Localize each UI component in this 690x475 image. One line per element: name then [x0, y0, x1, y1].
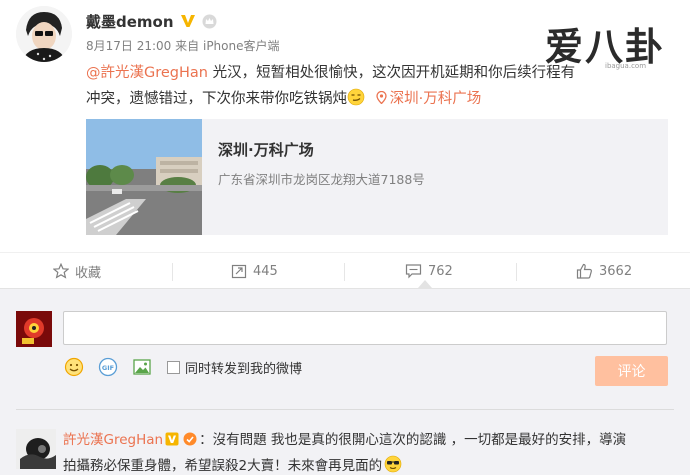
- image-icon: [133, 359, 151, 375]
- post-body: @許光漢GregHan 光汉，短暂相处很愉快，这次因开机延期和你后续行程有冲突，…: [86, 60, 586, 112]
- sunglasses-emoji-icon: [384, 455, 402, 473]
- smiley-icon: [64, 357, 84, 377]
- comment-tools: GIF 同时转发到我的微博: [63, 355, 302, 379]
- author-row: 戴墨demon: [86, 10, 217, 32]
- watermark-logo: 爱八卦 ibagua.com: [545, 16, 675, 72]
- favorite-label: 收藏: [75, 265, 102, 281]
- action-bar: 收藏 445 762 3662: [0, 252, 690, 288]
- verified-v-icon[interactable]: [180, 13, 196, 29]
- watermark-sub: ibagua.com: [605, 62, 647, 70]
- location-pin-icon: [375, 90, 387, 105]
- like-count: 3662: [599, 263, 633, 279]
- comment-section: GIF 同时转发到我的微博 评论 許光漢GregHan ：沒有問題 我也是真的很開…: [0, 288, 690, 475]
- source-prefix: 来自: [175, 39, 200, 53]
- location-link-label[interactable]: 深圳·万科广场: [390, 91, 482, 107]
- gif-button[interactable]: GIF: [97, 356, 119, 378]
- post-date[interactable]: 8月17日 21:00: [86, 39, 171, 53]
- author-avatar[interactable]: [16, 6, 72, 62]
- mention-link[interactable]: @許光漢GregHan: [86, 65, 208, 81]
- action-divider: [344, 263, 345, 281]
- reply-text-1: ：沒有問題 我也是真的很開心這次的認識 ，一切都是最好的安排，導演: [199, 432, 627, 448]
- post-meta: 8月17日 21:00 来自 iPhone客户端: [86, 37, 280, 54]
- source-client[interactable]: iPhone客户端: [203, 39, 280, 53]
- repost-count: 445: [253, 263, 278, 279]
- comment-pointer: [418, 280, 432, 288]
- reply-line-2: 拍攝務必保重身體，希望誤殺2大賣！未來會再見面的: [63, 455, 402, 475]
- author-name[interactable]: 戴墨demon: [86, 11, 174, 32]
- like-button[interactable]: 3662: [576, 253, 632, 289]
- star-icon: [53, 263, 69, 279]
- smirk-emoji-icon: [347, 88, 365, 106]
- repost-icon: [231, 264, 247, 279]
- place-address: 广东省深圳市龙岗区龙翔大道7188号: [218, 172, 425, 187]
- repost-option[interactable]: 同时转发到我的微博: [167, 358, 302, 377]
- weibo-post: 戴墨demon 8月17日 21:00 来自 iPhone客户端 @許光漢Gre…: [0, 0, 690, 252]
- favorite-button[interactable]: 收藏: [53, 253, 101, 289]
- action-divider: [172, 263, 173, 281]
- member-crown-icon[interactable]: [202, 14, 217, 29]
- current-user-avatar[interactable]: [16, 311, 52, 347]
- repost-button[interactable]: 445: [231, 253, 278, 289]
- image-button[interactable]: [131, 356, 153, 378]
- repost-checkbox-label: 同时转发到我的微博: [185, 361, 303, 377]
- emoji-button[interactable]: [63, 356, 85, 378]
- place-photo: [86, 119, 202, 235]
- comment-divider: [16, 409, 674, 410]
- comment-count: 762: [428, 263, 453, 279]
- place-title[interactable]: 深圳·万科广场: [218, 139, 314, 160]
- gif-icon: GIF: [98, 357, 118, 377]
- fan-badge-icon: [183, 431, 197, 446]
- reply-line-1: 許光漢GregHan ：沒有問題 我也是真的很開心這次的認識 ，一切都是最好的安排…: [63, 429, 626, 451]
- place-card[interactable]: 深圳·万科广场 广东省深圳市龙岗区龙翔大道7188号: [86, 119, 668, 235]
- thumbs-up-icon: [576, 263, 592, 279]
- svg-text:GIF: GIF: [102, 364, 114, 372]
- location-link[interactable]: 深圳·万科广场: [370, 90, 482, 107]
- submit-comment-button[interactable]: 评论: [595, 356, 668, 386]
- comment-input[interactable]: [63, 311, 667, 345]
- action-divider: [516, 263, 517, 281]
- reply-text-2: 拍攝務必保重身體，希望誤殺2大賣！未來會再見面的: [63, 458, 383, 474]
- comment-icon: [405, 264, 422, 279]
- reply-author-avatar[interactable]: [16, 429, 56, 469]
- repost-checkbox[interactable]: [167, 360, 180, 374]
- verified-v-icon: [165, 431, 179, 446]
- reply-author-name[interactable]: 許光漢GregHan: [63, 432, 163, 448]
